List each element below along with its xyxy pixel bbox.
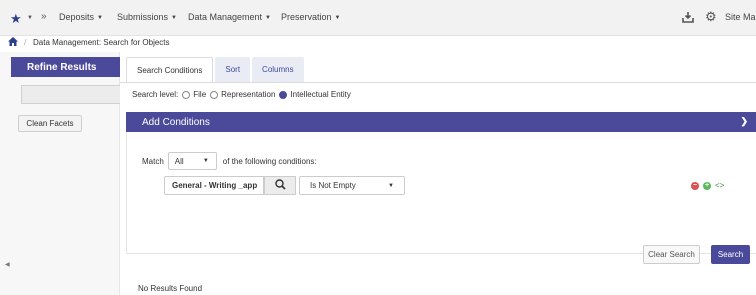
add-conditions-title: Add Conditions <box>142 116 210 128</box>
operator-value: Is Not Empty <box>310 181 356 190</box>
nav-submissions[interactable]: Submissions ▼ <box>117 12 177 22</box>
clean-facets-button[interactable]: Clean Facets <box>18 115 82 132</box>
add-conditions-header[interactable]: Add Conditions ❯ <box>126 112 756 132</box>
radio-representation[interactable] <box>210 90 219 99</box>
search-level-label: Search level: <box>132 90 179 99</box>
radio-intellectual-entity-label: Intellectual Entity <box>290 90 351 99</box>
caret-down-icon: ▼ <box>202 158 209 164</box>
match-row: Match All ▼ of the following conditions: <box>142 152 317 170</box>
chevron-down-icon: ▼ <box>171 15 177 21</box>
match-label: Match <box>142 156 164 166</box>
condition-row-actions: − + <> <box>691 181 724 190</box>
refine-sidebar: Refine Results Clean Facets ◀ <box>0 52 120 295</box>
collapse-sidebar-icon[interactable]: ◀ <box>5 261 10 268</box>
caret-down-icon: ▼ <box>388 183 394 189</box>
top-navbar: ★ ▼ » Deposits ▼ Submissions ▼ Data Manage… <box>0 0 756 36</box>
match-suffix: of the following conditions: <box>222 156 317 166</box>
gear-icon[interactable]: ⚙ <box>705 10 717 23</box>
radio-file[interactable] <box>182 90 191 99</box>
match-select[interactable]: All ▼ <box>167 152 217 170</box>
nav-submissions-label: Submissions <box>117 12 169 22</box>
chevron-down-icon: ▼ <box>97 15 103 21</box>
radio-representation-label: Representation <box>221 90 276 99</box>
star-icon[interactable]: ★ <box>10 11 22 27</box>
match-select-value: All <box>174 156 184 166</box>
tab-divider <box>120 82 756 83</box>
condition-field-input[interactable]: General - Writing _app <box>164 176 264 195</box>
nav-deposits-label: Deposits <box>59 12 95 22</box>
chevron-down-icon: ▼ <box>334 15 341 21</box>
chevron-down-icon[interactable]: ▼ <box>27 15 33 21</box>
nav-data-management[interactable]: Data Management ▼ <box>188 12 271 22</box>
main-content: Search Conditions Sort Columns Search le… <box>120 52 756 295</box>
site-map-link[interactable]: Site Map <box>725 12 756 22</box>
tab-search-conditions[interactable]: Search Conditions <box>126 57 214 82</box>
condition-operator-select[interactable]: Is Not Empty ▼ <box>299 176 405 195</box>
radio-intellectual-entity[interactable] <box>279 90 288 99</box>
breadcrumb-current: Data Management: Search for Objects <box>33 38 170 47</box>
chevron-down-icon[interactable]: ❯ <box>740 116 748 127</box>
home-icon[interactable] <box>8 37 18 48</box>
conditions-panel: Match All ▼ of the following conditions:… <box>126 132 756 264</box>
chevron-double-right-icon[interactable]: » <box>41 11 47 22</box>
search-level-row: Search level: File Representation Intell… <box>132 90 351 99</box>
code-icon[interactable]: <> <box>715 181 724 190</box>
nav-data-management-label: Data Management <box>188 12 263 22</box>
radio-file-label: File <box>193 90 207 99</box>
refine-results-header: Refine Results <box>11 57 120 77</box>
field-search-button[interactable] <box>264 176 296 195</box>
download-icon[interactable] <box>682 11 694 25</box>
clear-search-button[interactable]: Clear Search <box>643 245 700 264</box>
search-button[interactable]: Search <box>711 245 750 264</box>
tab-columns[interactable]: Columns <box>252 57 304 82</box>
search-tabs: Search Conditions Sort Columns <box>126 57 306 82</box>
search-icon <box>274 179 286 192</box>
breadcrumb: / Data Management: Search for Objects <box>0 36 756 49</box>
nav-preservation-label: Preservation <box>281 12 332 22</box>
tab-sort[interactable]: Sort <box>215 57 251 82</box>
breadcrumb-separator: / <box>24 38 27 47</box>
nav-preservation[interactable]: Preservation ▼ <box>281 12 340 22</box>
add-condition-icon[interactable]: + <box>703 181 711 190</box>
chevron-down-icon: ▼ <box>265 15 271 21</box>
nav-deposits[interactable]: Deposits ▼ <box>59 12 103 22</box>
remove-condition-icon[interactable]: − <box>691 181 699 190</box>
no-results-text: No Results Found <box>138 284 203 293</box>
facet-box <box>21 85 120 104</box>
